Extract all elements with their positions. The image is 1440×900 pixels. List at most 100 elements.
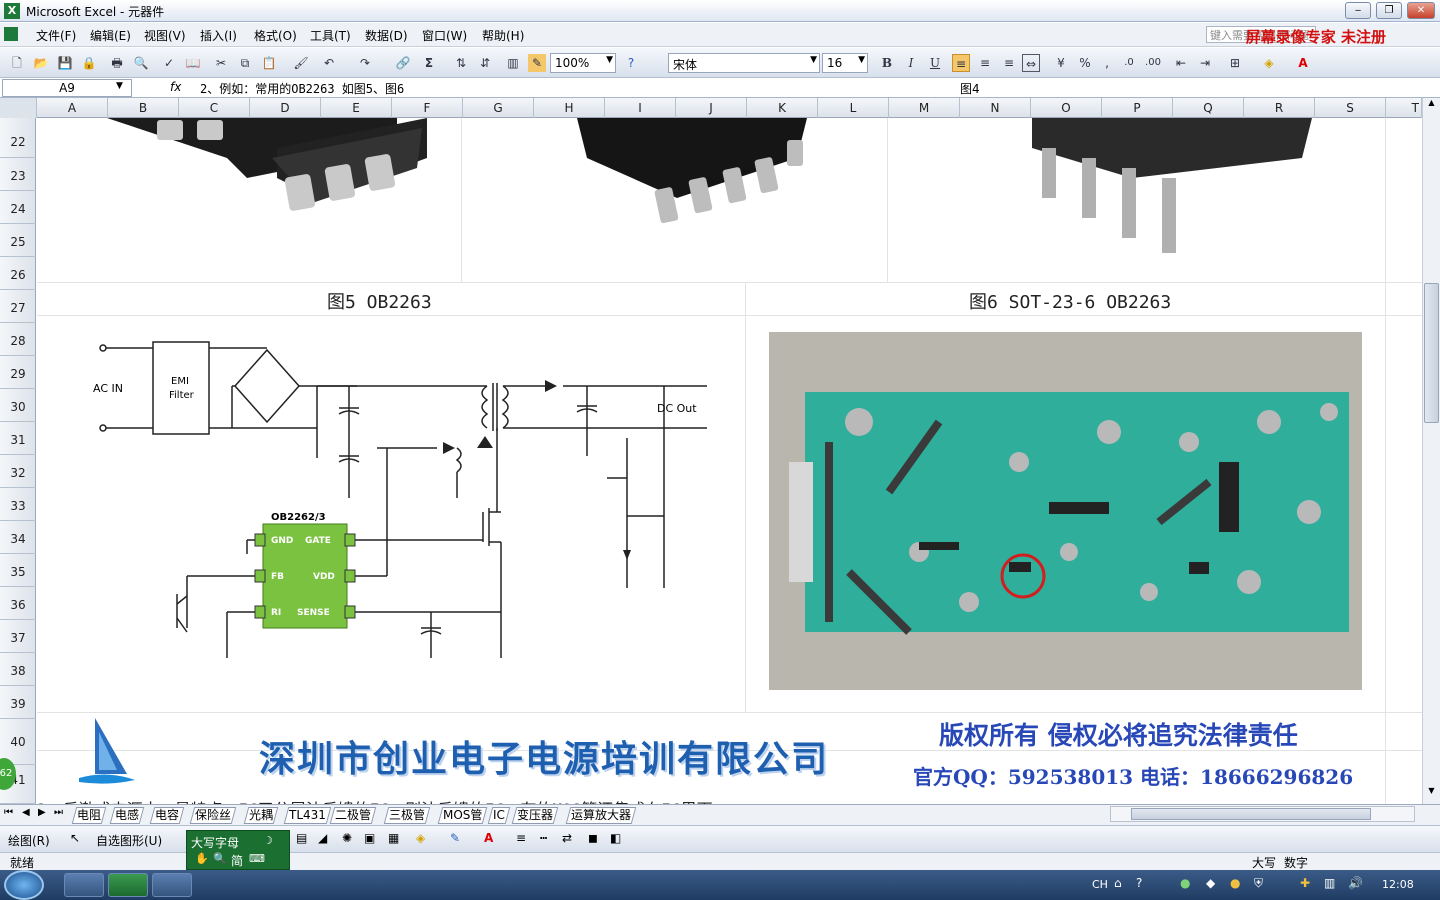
column-header[interactable]: I	[605, 98, 676, 118]
decrease-indent-icon[interactable]: ⇤	[1172, 54, 1190, 72]
insert-function-icon[interactable]: fx	[170, 80, 181, 94]
menu-tools[interactable]: 工具(T)	[310, 27, 351, 44]
tab-diode[interactable]: 二极管	[329, 807, 377, 824]
row-header[interactable]: 30	[0, 389, 36, 422]
dash-style-icon[interactable]: ┅	[540, 831, 547, 845]
line-style-icon[interactable]: ≡	[516, 831, 526, 845]
format-painter-icon[interactable]: 🖌	[292, 54, 310, 72]
row-header[interactable]: 37	[0, 620, 36, 653]
row-header[interactable]: 31	[0, 422, 36, 455]
menu-format[interactable]: 格式(O)	[254, 27, 297, 44]
picture-icon[interactable]: ▦	[388, 831, 399, 845]
start-button[interactable]	[4, 870, 44, 900]
research-icon[interactable]: 📖	[184, 54, 202, 72]
ime-simplified-label[interactable]: 简	[231, 852, 243, 869]
align-left-icon[interactable]: ≡	[952, 54, 970, 72]
tab-nav-prev-icon[interactable]: ◀	[22, 807, 30, 818]
percent-button[interactable]: %	[1076, 54, 1094, 72]
taskbar-k-icon[interactable]	[64, 873, 104, 897]
column-header[interactable]: N	[960, 98, 1031, 118]
shape-fill-icon[interactable]: ◈	[416, 831, 425, 845]
spelling-icon[interactable]: ✓	[160, 54, 178, 72]
column-header[interactable]: E	[321, 98, 392, 118]
zoom-select[interactable]: 100% ▼	[550, 53, 616, 73]
menu-edit[interactable]: 编辑(E)	[90, 27, 131, 44]
tray-user-icon[interactable]: ●	[1230, 876, 1240, 890]
row-header[interactable]: 28	[0, 323, 36, 356]
diagram-icon[interactable]: ✺	[342, 831, 352, 845]
formula-input[interactable]: 2、例如：常用的OB2263 如图5、图6	[200, 80, 404, 97]
tray-ime-icon[interactable]: ⌂	[1114, 876, 1122, 890]
row-header[interactable]: 26	[0, 257, 36, 290]
scroll-up-arrow-icon[interactable]: ▲	[1424, 98, 1439, 114]
ime-hand-icon[interactable]: ✋	[195, 852, 209, 865]
tray-lang[interactable]: CH	[1092, 878, 1108, 891]
tray-plus-icon[interactable]: ✚	[1300, 876, 1310, 890]
vertical-scrollbar[interactable]: ▲ ▼	[1422, 98, 1440, 804]
ime-keyboard-icon[interactable]: ⌨	[249, 852, 265, 865]
autoshapes-menu-button[interactable]: 自选图形(U)	[96, 832, 162, 849]
row-header[interactable]: 27	[0, 290, 36, 323]
close-button[interactable]: ✕	[1407, 2, 1435, 19]
row-header[interactable]: 35	[0, 554, 36, 587]
align-right-icon[interactable]: ≡	[1000, 54, 1018, 72]
undo-icon[interactable]: ↶	[320, 54, 338, 72]
permission-icon[interactable]: 🔒	[80, 54, 98, 72]
bold-button[interactable]: B	[878, 54, 896, 72]
column-header[interactable]: K	[747, 98, 818, 118]
tab-mosfet[interactable]: MOS管	[437, 807, 488, 824]
row-header[interactable]: 32	[0, 455, 36, 488]
column-header[interactable]: H	[534, 98, 605, 118]
row-header[interactable]: 34	[0, 521, 36, 554]
menu-data[interactable]: 数据(D)	[365, 27, 408, 44]
ime-toolbar[interactable]: 大写字母 ☽ ✋ 🔍 简 ⌨	[186, 830, 290, 870]
print-icon[interactable]: 🖶	[108, 54, 126, 72]
tab-fuse[interactable]: 保险丝	[189, 807, 237, 824]
column-header[interactable]: F	[392, 98, 463, 118]
taskbar-excel-icon[interactable]	[108, 873, 148, 897]
new-icon[interactable]: 🗋	[8, 54, 26, 72]
paste-icon[interactable]: 📋	[260, 54, 278, 72]
workbook-icon[interactable]	[4, 27, 18, 41]
row-header[interactable]: 33	[0, 488, 36, 521]
row-header[interactable]: 24	[0, 191, 36, 224]
tab-transformer[interactable]: 变压器	[511, 807, 559, 824]
save-icon[interactable]: 💾	[56, 54, 74, 72]
menu-view[interactable]: 视图(V)	[144, 27, 186, 44]
tab-nav-next-icon[interactable]: ▶	[38, 807, 46, 818]
shadow-icon[interactable]: ◼	[588, 831, 598, 845]
minimize-button[interactable]: ‒	[1345, 2, 1371, 19]
borders-icon[interactable]: ⊞	[1226, 54, 1244, 72]
row-header[interactable]: 38	[0, 653, 36, 686]
column-header[interactable]: P	[1102, 98, 1173, 118]
fill-color-icon[interactable]: ◈	[1260, 54, 1278, 72]
row-header[interactable]: 36	[0, 587, 36, 620]
taskbar-browser-icon[interactable]	[152, 873, 192, 897]
hyperlink-icon[interactable]: 🔗	[394, 54, 412, 72]
ime-moon-icon[interactable]: ☽	[263, 834, 273, 847]
restore-button[interactable]: ❐	[1376, 2, 1402, 19]
tab-inductor[interactable]: 电感	[109, 807, 145, 824]
help-icon[interactable]: ?	[622, 54, 640, 72]
horizontal-scrollbar[interactable]	[1110, 806, 1415, 822]
tray-clock[interactable]: 12:08	[1382, 878, 1414, 891]
column-header[interactable]: B	[108, 98, 179, 118]
tab-resistor[interactable]: 电阻	[71, 807, 107, 824]
font-select[interactable]: 宋体 ▼	[668, 53, 820, 73]
column-header[interactable]: J	[676, 98, 747, 118]
ime-search-icon[interactable]: 🔍	[213, 852, 227, 865]
textbox-icon[interactable]: ▤	[296, 831, 307, 845]
line-color-icon[interactable]: ✎	[450, 831, 460, 845]
column-header[interactable]: C	[179, 98, 250, 118]
vertical-scroll-thumb[interactable]	[1424, 283, 1439, 423]
tray-app-icon[interactable]: ◆	[1206, 876, 1215, 890]
tab-transistor[interactable]: 三极管	[383, 807, 431, 824]
copy-icon[interactable]: ⧉	[236, 54, 254, 72]
merge-center-icon[interactable]: ⇔	[1022, 54, 1040, 72]
tab-capacitor[interactable]: 电容	[149, 807, 185, 824]
tray-help-icon[interactable]: ?	[1136, 876, 1142, 890]
column-header[interactable]: R	[1244, 98, 1315, 118]
ime-caps-label[interactable]: 大写字母	[191, 834, 239, 851]
row-header[interactable]: 25	[0, 224, 36, 257]
tray-shield-icon[interactable]: ⛨	[1254, 876, 1263, 891]
